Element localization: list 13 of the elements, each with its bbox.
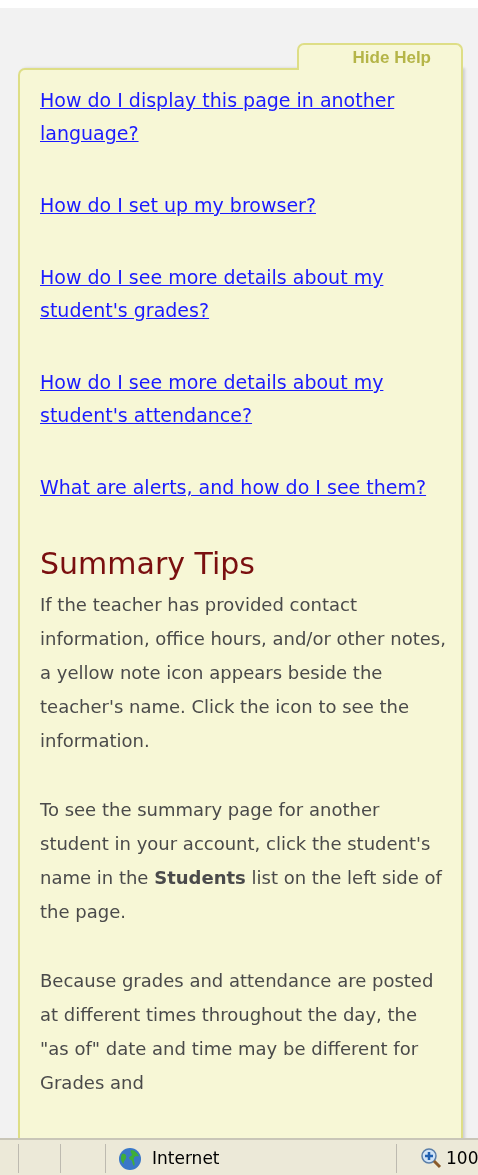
section-heading: Summary Tips (40, 546, 256, 582)
zoom-level[interactable]: 100 (446, 1147, 478, 1169)
security-zone: Internet (152, 1147, 220, 1169)
help-link[interactable]: How do I display this page in another language? (40, 84, 449, 150)
help-link[interactable]: How do I see more details about my student's attendance? (40, 366, 449, 432)
help-link[interactable]: How do I set up my browser? (40, 189, 449, 222)
help-link[interactable]: What are alerts, and how do I see them? (40, 471, 449, 504)
tip-paragraph: Because grades and attendance are posted at different times throughout the day, the "as of" date and time may be different for Grades and (40, 969, 435, 1095)
help-link[interactable]: How do I see more details about my student's grades? (40, 261, 449, 327)
tip-paragraph: To see the summary page for another student in your account, click the student's name in the Students list on the left side of the page. (40, 798, 444, 924)
zoom-icon[interactable] (420, 1147, 442, 1169)
globe-icon (116, 1147, 144, 1171)
tip-paragraph: If the teacher has provided contact information, office hours, and/or other notes, a yellow note icon appears beside the teacher's name. Click the icon to see the information. (40, 593, 447, 753)
